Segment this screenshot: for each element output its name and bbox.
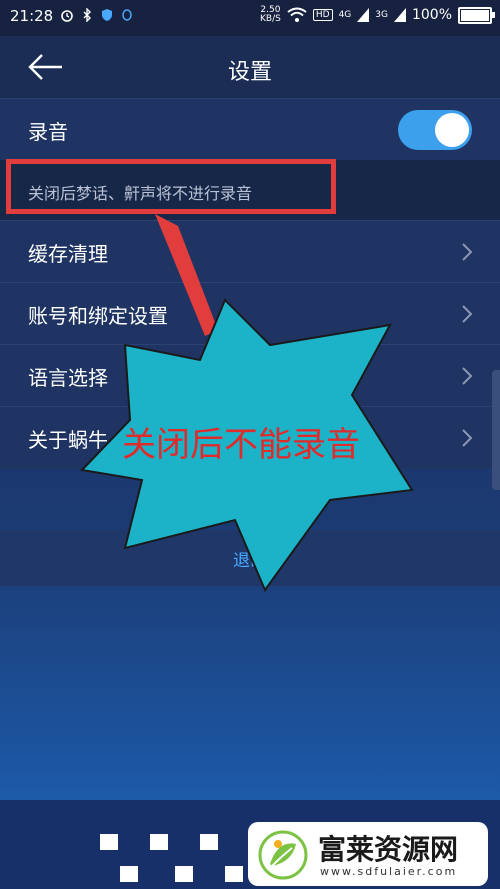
watermark-site: www.sdfulaier.com — [320, 865, 458, 878]
callout-pointer — [155, 214, 218, 336]
callout-text: 关闭后不能录音 — [122, 425, 360, 465]
settings-screen: 21:28 2.50 KB/S HD 4G 3G 100% 设置 录音 关闭后梦… — [0, 0, 500, 889]
watermark-name: 富莱资源网 — [318, 833, 459, 866]
watermark: 富莱资源网 www.sdfulaier.com — [248, 822, 488, 886]
leaf-logo-icon — [258, 830, 308, 880]
